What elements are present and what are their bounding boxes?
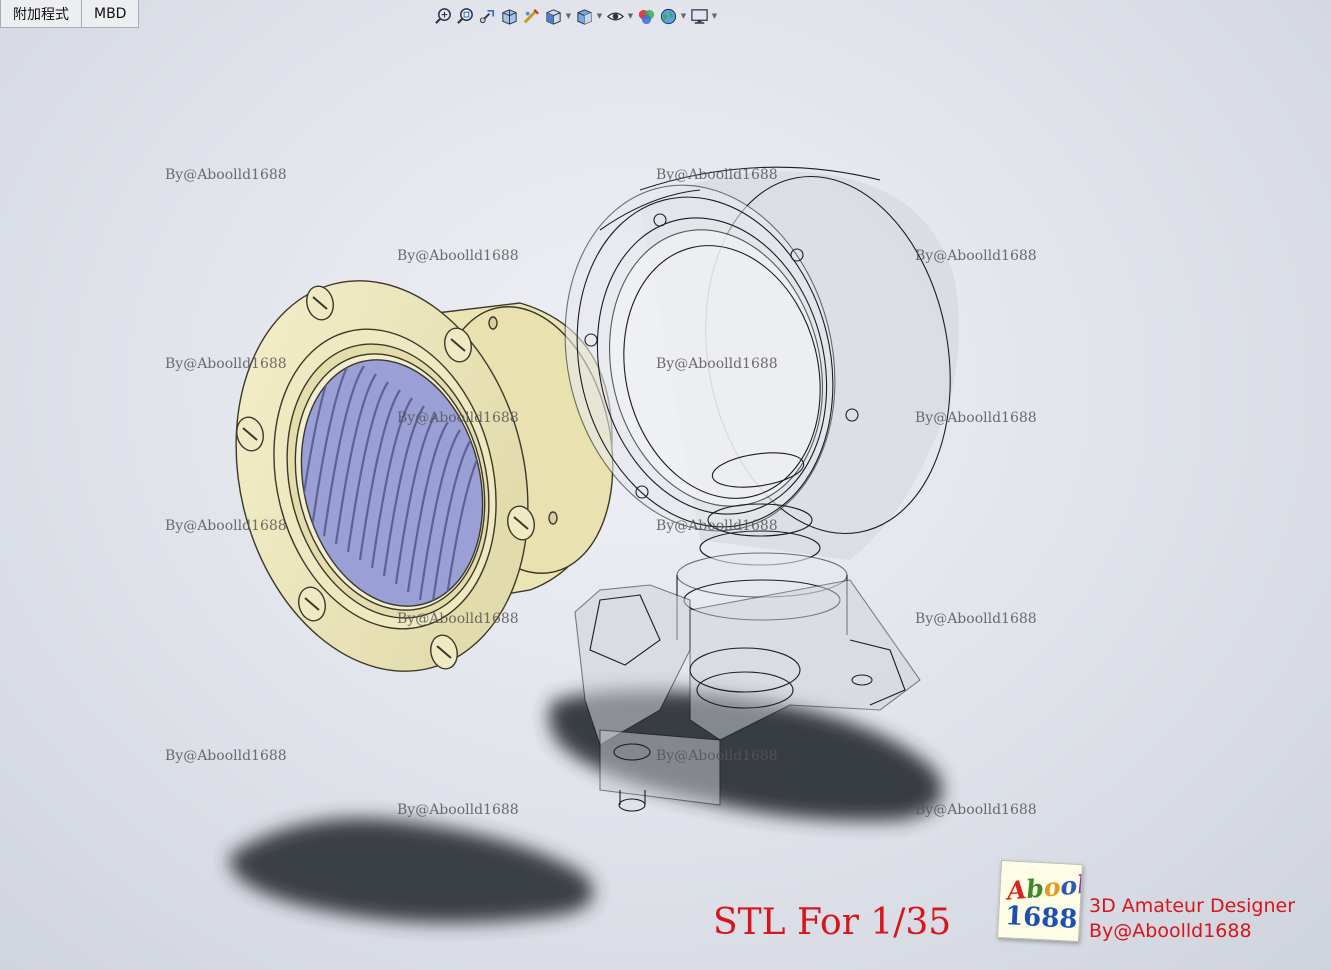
watermark: By@Aboolld1688: [656, 167, 778, 183]
watermark: By@Aboolld1688: [165, 356, 287, 372]
watermark: By@Aboolld1688: [397, 248, 519, 264]
watermark: By@Aboolld1688: [165, 518, 287, 534]
watermark: By@Aboolld1688: [397, 410, 519, 426]
credit-line-1: 3D Amateur Designer: [1089, 895, 1296, 917]
aboolld-logo: Aboolld 1688: [997, 859, 1083, 943]
watermark: By@Aboolld1688: [165, 748, 287, 764]
watermark: By@Aboolld1688: [915, 410, 1037, 426]
watermark: By@Aboolld1688: [656, 518, 778, 534]
model-viewport[interactable]: [0, 0, 1331, 970]
watermark: By@Aboolld1688: [397, 611, 519, 627]
watermark: By@Aboolld1688: [656, 356, 778, 372]
logo-number: 1688: [1004, 901, 1079, 935]
watermark: By@Aboolld1688: [656, 748, 778, 764]
stl-caption: STL For 1/35: [713, 902, 952, 943]
watermark: By@Aboolld1688: [915, 248, 1037, 264]
logo-wordmark: Aboolld: [1005, 869, 1083, 906]
watermark: By@Aboolld1688: [165, 167, 287, 183]
drop-shadows: [229, 690, 943, 923]
watermark: By@Aboolld1688: [915, 611, 1037, 627]
watermark: By@Aboolld1688: [915, 802, 1037, 818]
watermark: By@Aboolld1688: [397, 802, 519, 818]
credit-line-2: By@Aboolld1688: [1089, 920, 1252, 942]
designer-credit: 3D Amateur Designer By@Aboolld1688: [1089, 894, 1295, 944]
